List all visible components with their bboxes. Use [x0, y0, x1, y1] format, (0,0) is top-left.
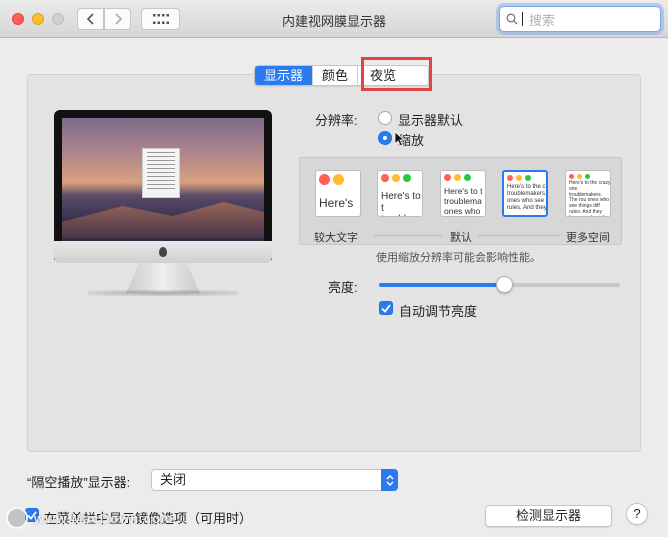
watermark-logo-icon [6, 507, 28, 529]
mouse-pointer-icon [394, 131, 406, 147]
scale-divider [478, 235, 560, 236]
scale-sample-text: Here's to t troublema ones who [444, 186, 483, 216]
scale-sample-text: Here's to the c troublemakers. ones who … [507, 184, 548, 211]
brightness-slider-knob[interactable] [495, 276, 513, 293]
tab-bar: 显示器 颜色 夜览 [254, 65, 430, 86]
scale-label-larger-text: 较大文字 [314, 232, 358, 244]
scaling-performance-note: 使用缩放分辨率可能会影响性能。 [376, 252, 541, 264]
scale-option-more-space[interactable]: Here's to the crazy one troublemakers. T… [565, 170, 611, 217]
scale-label-default: 默认 [450, 232, 472, 244]
imac-display-illustration [54, 110, 272, 260]
title-bar: 内建视网膜显示器 搜索 [0, 0, 668, 38]
imac-shadow [88, 290, 238, 296]
airplay-display-value: 关闭 [160, 472, 187, 487]
mini-window [142, 148, 180, 198]
radio-scaled[interactable] [378, 131, 392, 145]
resolution-label: 分辨率: [315, 113, 358, 128]
brightness-label: 亮度: [328, 280, 358, 295]
scale-divider [374, 235, 442, 236]
tab-display[interactable]: 显示器 [255, 66, 314, 85]
scaling-options: Here's Here's to t troublem Here's to t … [299, 157, 622, 245]
watermark: www.MacDown.com [6, 507, 173, 529]
auto-brightness-checkbox[interactable] [379, 301, 393, 315]
radio-default-for-display[interactable] [378, 111, 392, 125]
scale-option-4[interactable]: Here's to the c troublemakers. ones who … [502, 170, 548, 217]
imac-chin [54, 241, 272, 263]
scale-sample-text: Here's to the crazy one troublemakers. T… [569, 180, 611, 216]
help-button[interactable]: ? [626, 503, 648, 525]
airplay-display-label: “隔空播放”显示器: [27, 475, 131, 490]
tab-color[interactable]: 颜色 [313, 66, 359, 85]
scale-option-larger-text[interactable]: Here's [315, 170, 361, 217]
tab-night-shift[interactable]: 夜览 [358, 66, 428, 85]
airplay-display-select[interactable]: 关闭 [151, 469, 398, 491]
auto-brightness-label[interactable]: 自动调节亮度 [399, 301, 477, 320]
text-cursor [522, 12, 523, 26]
scale-label-more-space: 更多空间 [566, 232, 610, 244]
detect-displays-button[interactable]: 检测显示器 [485, 505, 612, 527]
search-input[interactable]: 搜索 [499, 6, 661, 32]
scale-option-2[interactable]: Here's to t troublem [377, 170, 423, 217]
scale-option-3[interactable]: Here's to t troublema ones who [440, 170, 486, 217]
wallpaper-dune [62, 202, 264, 238]
checkmark-icon [381, 303, 391, 313]
brightness-slider-fill [379, 283, 505, 287]
radio-default-label[interactable]: 显示器默认 [398, 110, 463, 129]
search-icon [506, 13, 518, 25]
search-placeholder: 搜索 [529, 12, 556, 28]
desktop-wallpaper [62, 118, 264, 252]
select-arrows-icon [381, 469, 398, 491]
scale-sample-text: Here's to t troublem [381, 191, 421, 216]
scale-sample-text: Here's [319, 196, 354, 210]
watermark-text: www.MacDown.com [34, 510, 174, 526]
apple-logo-icon [159, 247, 167, 257]
